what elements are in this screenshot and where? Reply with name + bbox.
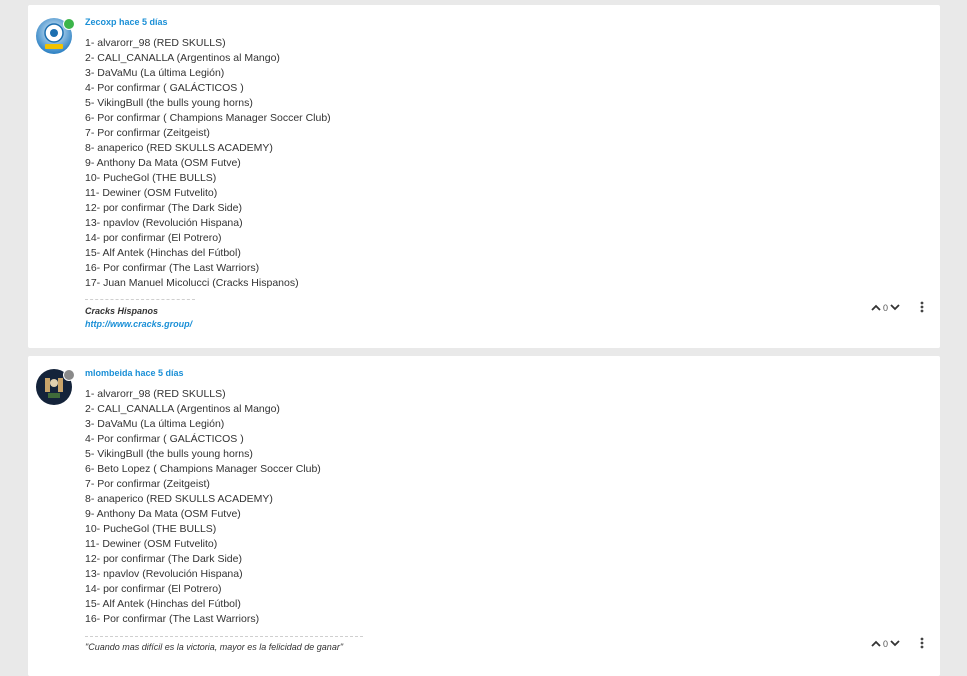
list-item: 9- Anthony Da Mata (OSM Futve): [85, 157, 241, 169]
list-item: 10- PucheGol (THE BULLS): [85, 172, 217, 184]
list-item: 7- Por confirmar (Zeitgeist): [85, 127, 210, 139]
user-avatar[interactable]: [36, 18, 75, 54]
list-item: 13- npavlov (Revolución Hispana): [85, 568, 243, 580]
list-item: 3- DaVaMu (La última Legión): [85, 67, 225, 79]
post-meta: Zecoxp hace 5 días: [85, 17, 168, 27]
list-item: 1- alvarorr_98 (RED SKULLS): [85, 37, 226, 49]
forum-post: mlombeida hace 5 días 1- alvarorr_98 (RE…: [28, 356, 940, 676]
post-time[interactable]: hace 5 días: [135, 368, 184, 378]
vote-count: 0: [882, 303, 888, 313]
chevron-down-icon[interactable]: [890, 303, 900, 313]
offline-status-icon: [63, 369, 75, 381]
more-vertical-icon[interactable]: [920, 637, 924, 650]
list-item: 15- Alf Antek (Hinchas del Fútbol): [85, 598, 241, 610]
vote-count: 0: [882, 639, 888, 649]
online-status-icon: [63, 18, 75, 30]
list-item: 11- Dewiner (OSM Futvelito): [85, 538, 218, 550]
signature-divider: [85, 636, 363, 637]
signature: Cracks Hispanos http://www.cracks.group/: [85, 305, 192, 331]
signature-name: Cracks Hispanos: [85, 306, 159, 316]
author-link[interactable]: Zecoxp: [85, 17, 117, 27]
list-item: 6- Beto Lopez ( Champions Manager Soccer…: [85, 463, 321, 475]
list-item: 16- Por confirmar (The Last Warriors): [85, 262, 260, 274]
list-item: 9- Anthony Da Mata (OSM Futve): [85, 508, 241, 520]
forum-post: Zecoxp hace 5 días 1- alvarorr_98 (RED S…: [28, 5, 940, 348]
chevron-down-icon[interactable]: [890, 639, 900, 649]
post-body: 1- alvarorr_98 (RED SKULLS) 2- CALI_CANAL…: [85, 36, 331, 291]
post-body: 1- alvarorr_98 (RED SKULLS) 2- CALI_CANAL…: [85, 387, 321, 627]
list-item: 12- por confirmar (The Dark Side): [85, 202, 242, 214]
author-link[interactable]: mlombeida: [85, 368, 133, 378]
list-item: 2- CALI_CANALLA (Argentinos al Mango): [85, 52, 280, 64]
list-item: 6- Por confirmar ( Champions Manager Soc…: [85, 112, 331, 124]
signature-divider: [85, 299, 195, 300]
user-avatar[interactable]: [36, 369, 75, 405]
signature-quote: "Cuando mas difícil es la victoria, mayo…: [85, 642, 344, 652]
list-item: 14- por confirmar (El Potrero): [85, 583, 222, 595]
vote-controls: 0: [871, 303, 900, 313]
chevron-up-icon[interactable]: [871, 639, 881, 649]
post-time[interactable]: hace 5 días: [119, 17, 168, 27]
list-item: 5- VikingBull (the bulls young horns): [85, 448, 253, 460]
chevron-up-icon[interactable]: [871, 303, 881, 313]
list-item: 7- Por confirmar (Zeitgeist): [85, 478, 210, 490]
list-item: 4- Por confirmar ( GALÁCTICOS ): [85, 82, 244, 94]
list-item: 8- anaperico (RED SKULLS ACADEMY): [85, 493, 273, 505]
list-item: 15- Alf Antek (Hinchas del Fútbol): [85, 247, 241, 259]
list-item: 8- anaperico (RED SKULLS ACADEMY): [85, 142, 273, 154]
list-item: 5- VikingBull (the bulls young horns): [85, 97, 253, 109]
list-item: 14- por confirmar (El Potrero): [85, 232, 222, 244]
vote-controls: 0: [871, 639, 900, 649]
list-item: 4- Por confirmar ( GALÁCTICOS ): [85, 433, 244, 445]
list-item: 3- DaVaMu (La última Legión): [85, 418, 225, 430]
list-item: 1- alvarorr_98 (RED SKULLS): [85, 388, 226, 400]
list-item: 17- Juan Manuel Micolucci (Cracks Hispan…: [85, 277, 299, 289]
list-item: 12- por confirmar (The Dark Side): [85, 553, 242, 565]
list-item: 16- Por confirmar (The Last Warriors): [85, 613, 260, 625]
more-vertical-icon[interactable]: [920, 301, 924, 314]
post-meta: mlombeida hace 5 días: [85, 368, 184, 378]
signature: "Cuando mas difícil es la victoria, mayo…: [85, 641, 343, 654]
list-item: 10- PucheGol (THE BULLS): [85, 523, 217, 535]
list-item: 11- Dewiner (OSM Futvelito): [85, 187, 218, 199]
list-item: 13- npavlov (Revolución Hispana): [85, 217, 243, 229]
list-item: 2- CALI_CANALLA (Argentinos al Mango): [85, 403, 280, 415]
signature-link[interactable]: http://www.cracks.group/: [85, 319, 192, 329]
